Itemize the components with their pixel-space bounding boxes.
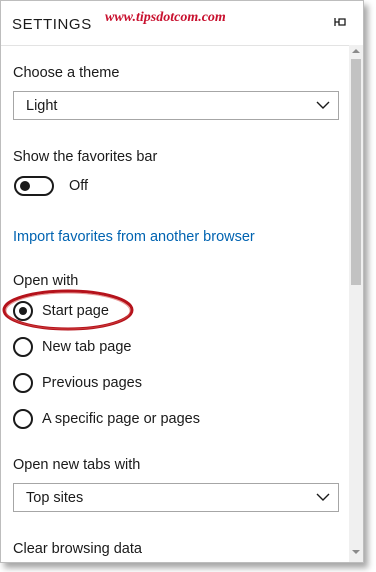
panel-title: SETTINGS <box>12 16 92 33</box>
radio-start-page[interactable] <box>13 301 33 321</box>
chevron-down-icon <box>316 101 330 109</box>
watermark-text: www.tipsdotcom.com <box>105 10 226 25</box>
favorites-bar-toggle[interactable] <box>14 176 54 196</box>
favorites-bar-label: Show the favorites bar <box>13 149 158 165</box>
theme-dropdown[interactable]: Light <box>13 91 339 120</box>
theme-label: Choose a theme <box>13 65 120 81</box>
new-tabs-label: Open new tabs with <box>13 457 141 473</box>
header-divider <box>1 45 349 46</box>
scroll-down-icon[interactable] <box>352 548 360 556</box>
scroll-up-icon[interactable] <box>352 47 360 55</box>
chevron-down-icon <box>316 493 330 501</box>
radio-specific-pages[interactable] <box>13 409 33 429</box>
theme-dropdown-value: Light <box>26 98 58 114</box>
radio-new-tab-page[interactable] <box>13 337 33 357</box>
radio-label-new-tab-page[interactable]: New tab page <box>42 339 131 355</box>
settings-panel: SETTINGS www.tipsdotcom.com Choose a the… <box>0 0 364 563</box>
radio-label-previous-pages[interactable]: Previous pages <box>42 375 142 391</box>
import-favorites-link[interactable]: Import favorites from another browser <box>13 229 255 245</box>
radio-selected-dot <box>19 307 27 315</box>
radio-label-specific-pages[interactable]: A specific page or pages <box>42 411 200 427</box>
toggle-knob <box>20 181 30 191</box>
new-tabs-dropdown[interactable]: Top sites <box>13 483 339 512</box>
new-tabs-dropdown-value: Top sites <box>26 490 84 506</box>
radio-previous-pages[interactable] <box>13 373 33 393</box>
radio-label-start-page[interactable]: Start page <box>42 303 109 319</box>
scrollbar-thumb[interactable] <box>351 59 361 285</box>
clear-browsing-label: Clear browsing data <box>13 541 142 557</box>
pin-icon[interactable] <box>332 15 348 31</box>
open-with-label: Open with <box>13 273 79 289</box>
vertical-scrollbar[interactable] <box>349 45 363 562</box>
favorites-bar-state: Off <box>69 178 89 194</box>
